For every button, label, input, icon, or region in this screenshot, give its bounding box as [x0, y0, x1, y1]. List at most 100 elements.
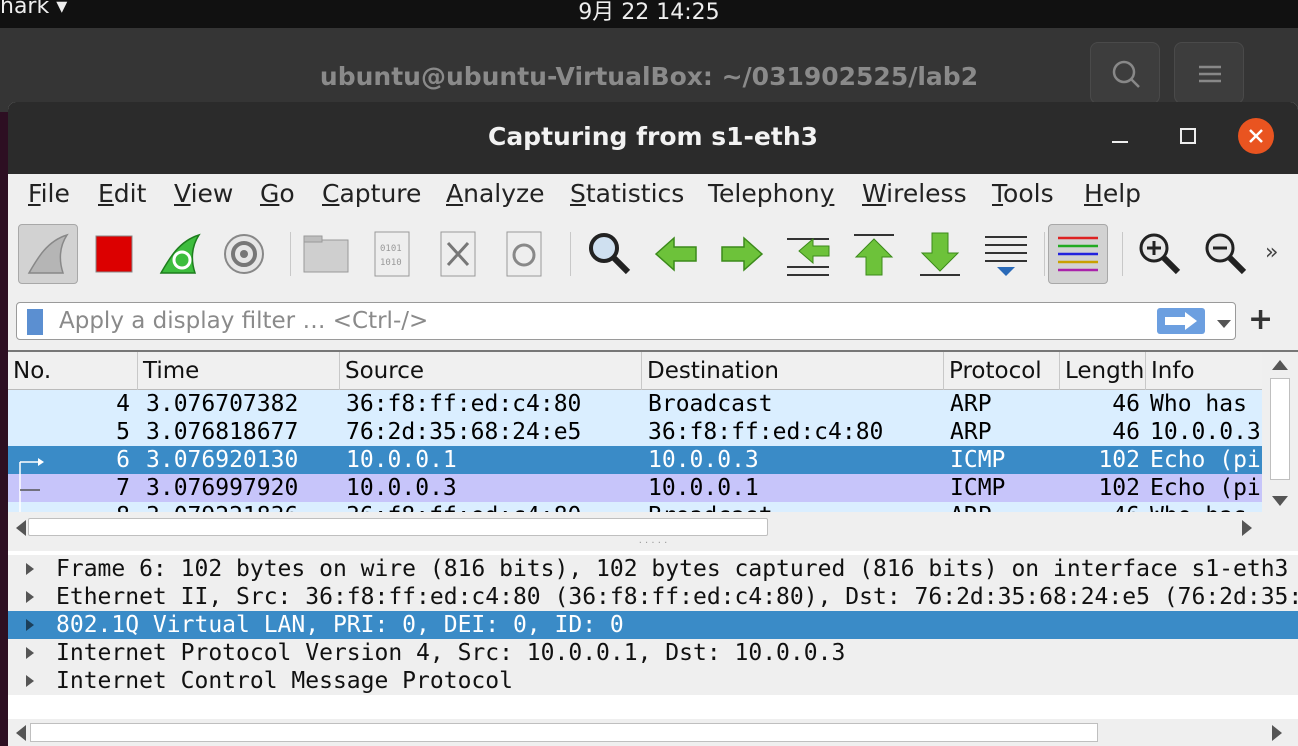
save-file-button[interactable]: 0101 1010	[362, 224, 422, 284]
close-button[interactable]	[1238, 118, 1274, 154]
apply-filter-button[interactable]	[1157, 308, 1205, 334]
clock[interactable]: 9月 22 14:25	[0, 0, 1298, 26]
packet-row[interactable]: 7 3.076997920 10.0.0.3 10.0.0.1 ICMP 102 Echo …	[8, 474, 1262, 502]
hamburger-icon	[1199, 65, 1221, 83]
column-no[interactable]: No.	[8, 352, 138, 390]
column-source[interactable]: Source	[340, 352, 642, 390]
scroll-right-icon[interactable]	[1242, 520, 1252, 536]
packet-info-cell: Echo (pi	[1150, 475, 1261, 501]
pane-splitter[interactable]: · · · · ·	[8, 539, 1298, 550]
column-destination[interactable]: Destination	[642, 352, 944, 390]
details-hscroll-thumb[interactable]	[30, 723, 1098, 742]
terminal-header: ubuntu@ubuntu-VirtualBox: ~/031902525/la…	[0, 28, 1298, 112]
detail-tree-item[interactable]: Internet Protocol Version 4, Src: 10.0.0…	[8, 639, 1298, 667]
terminal-search-button[interactable]	[1090, 42, 1160, 104]
scroll-left-icon[interactable]	[16, 725, 26, 741]
expand-arrow-icon[interactable]	[26, 619, 34, 631]
packet-length-cell: 46	[1112, 391, 1140, 417]
start-capture-button[interactable]	[18, 224, 78, 284]
first-packet-button[interactable]	[844, 224, 904, 284]
minimize-button[interactable]	[1102, 118, 1138, 154]
scroll-right-icon[interactable]	[1272, 725, 1282, 741]
go-to-packet-button[interactable]	[778, 224, 838, 284]
vscroll-thumb[interactable]	[1270, 378, 1290, 480]
capture-options-button[interactable]	[214, 224, 274, 284]
menu-tools[interactable]: Tools	[992, 179, 1054, 208]
go-forward-button[interactable]	[712, 224, 772, 284]
menu-capture[interactable]: Capture	[322, 179, 421, 208]
column-length[interactable]: Length	[1060, 352, 1146, 390]
packet-list-vscrollbar[interactable]	[1262, 352, 1298, 512]
system-top-bar: hark ▾ 9月 22 14:25	[0, 0, 1298, 28]
menu-file[interactable]: File	[28, 179, 70, 208]
column-time[interactable]: Time	[138, 352, 340, 390]
autoscroll-button[interactable]	[976, 224, 1036, 284]
column-protocol[interactable]: Protocol	[944, 352, 1060, 390]
zoom-in-button[interactable]	[1130, 224, 1190, 284]
menu-edit[interactable]: Edit	[98, 179, 146, 208]
toolbar-separator	[290, 232, 291, 276]
menu-wireless[interactable]: Wireless	[862, 179, 967, 208]
open-file-button[interactable]	[296, 224, 356, 284]
scroll-left-icon[interactable]	[16, 520, 26, 536]
restart-capture-button[interactable]	[150, 224, 210, 284]
packet-destination-cell: Broadcast	[648, 502, 948, 512]
stop-capture-button[interactable]	[84, 224, 144, 284]
filter-history-dropdown[interactable]	[1217, 315, 1231, 334]
colorize-button[interactable]	[1048, 224, 1108, 284]
arrow-right-icon	[721, 236, 764, 272]
maximize-button[interactable]	[1170, 118, 1206, 154]
menu-analyze[interactable]: Analyze	[446, 179, 545, 208]
reload-file-button[interactable]	[494, 224, 554, 284]
search-icon	[1112, 60, 1140, 88]
last-packet-button[interactable]	[910, 224, 970, 284]
arrow-down-icon	[920, 232, 960, 276]
chevron-down-icon	[1217, 320, 1231, 328]
toolbar-overflow-button[interactable]: »	[1265, 240, 1278, 265]
scroll-down-icon[interactable]	[1272, 496, 1288, 506]
go-back-button[interactable]	[646, 224, 706, 284]
hscroll-thumb[interactable]	[28, 518, 768, 536]
detail-tree-item[interactable]: Internet Control Message Protocol	[8, 667, 1298, 695]
bookmark-icon[interactable]	[27, 309, 43, 335]
zoom-out-button[interactable]	[1196, 224, 1256, 284]
add-filter-button[interactable]: +	[1248, 302, 1273, 337]
window-titlebar[interactable]: Capturing from s1-eth3	[8, 102, 1298, 174]
packet-row[interactable]: 6 3.076920130 10.0.0.1 10.0.0.3 ICMP 102 Echo …	[8, 446, 1262, 474]
menu-statistics[interactable]: Statistics	[570, 179, 684, 208]
column-info[interactable]: Info	[1146, 352, 1262, 390]
terminal-menu-button[interactable]	[1174, 42, 1244, 104]
menu-telephony[interactable]: Telephony	[708, 179, 834, 208]
menu-view[interactable]: View	[174, 179, 233, 208]
packet-info-cell: 10.0.0.3	[1150, 419, 1261, 445]
packet-row[interactable]: 4 3.076707382 36:f8:ff:ed:c4:80 Broadcast AR…	[8, 390, 1262, 418]
packet-source-cell: 10.0.0.1	[346, 447, 457, 473]
find-packet-button[interactable]	[580, 224, 640, 284]
detail-tree-item[interactable]: 802.1Q Virtual LAN, PRI: 0, DEI: 0, ID: …	[8, 611, 1298, 639]
detail-tree-label: Internet Protocol Version 4, Src: 10.0.0…	[56, 640, 846, 666]
expand-arrow-icon[interactable]	[26, 647, 34, 659]
detail-tree-item[interactable]: Ethernet II, Src: 36:f8:ff:ed:c4:80 (36:…	[8, 583, 1298, 611]
related-packet-indicator	[19, 458, 44, 512]
expand-arrow-icon[interactable]	[26, 591, 34, 603]
menu-go[interactable]: Go	[260, 179, 295, 208]
menu-help[interactable]: Help	[1084, 179, 1141, 208]
detail-tree-item[interactable]: Frame 6: 102 bytes on wire (816 bits), 1…	[8, 555, 1298, 583]
jump-to-icon	[787, 237, 830, 276]
close-file-button[interactable]	[428, 224, 488, 284]
expand-arrow-icon[interactable]	[26, 563, 34, 575]
scroll-up-icon[interactable]	[1272, 360, 1288, 370]
arrow-right-icon	[1165, 312, 1197, 330]
packet-source-cell: 36:f8:ff:ed:c4:80	[346, 502, 646, 512]
details-hscrollbar[interactable]	[8, 719, 1298, 746]
packet-destination-cell: 10.0.0.1	[648, 475, 759, 501]
packet-protocol-cell: ARP	[950, 419, 992, 445]
expand-arrow-icon[interactable]	[26, 675, 34, 687]
packet-row[interactable]: 5 3.076818677 76:2d:35:68:24:e5 36:f8:ff:ed…	[8, 418, 1262, 446]
display-filter-input[interactable]	[59, 307, 1139, 335]
packet-time-cell: 3.079221836	[146, 502, 346, 512]
packet-time-cell: 3.076818677	[146, 419, 299, 445]
stop-icon	[95, 235, 133, 273]
packet-row[interactable]: 83.07922183636:f8:ff:ed:c4:80BroadcastAR…	[8, 502, 1262, 512]
autoscroll-icon	[985, 236, 1027, 276]
